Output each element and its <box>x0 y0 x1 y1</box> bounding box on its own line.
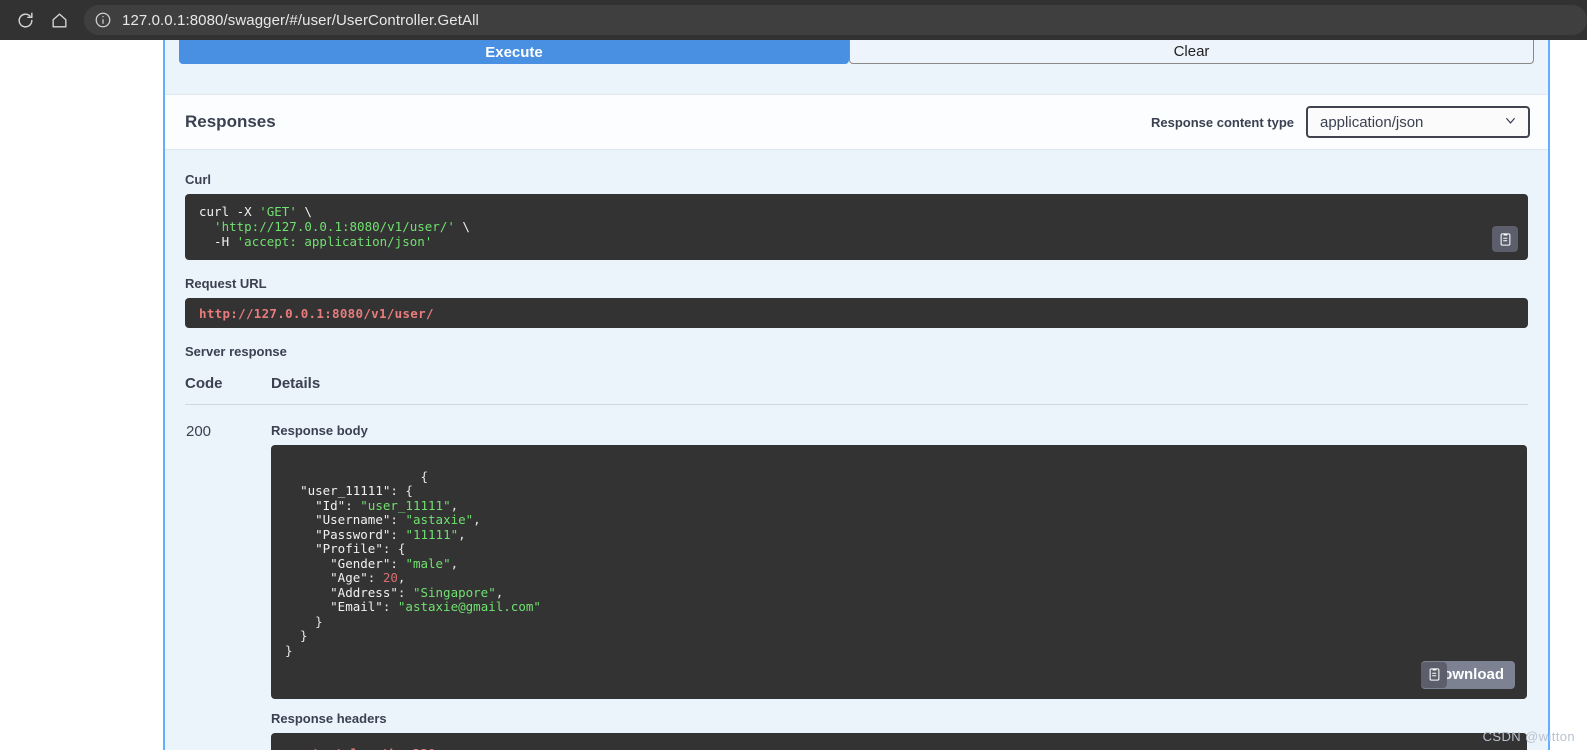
response-body-label: Response body <box>271 423 1527 438</box>
site-info-icon[interactable] <box>94 11 112 29</box>
responses-title: Responses <box>185 112 276 132</box>
response-headers-label: Response headers <box>271 711 1527 726</box>
curl-method: 'GET' <box>259 204 297 219</box>
request-url-label: Request URL <box>185 276 1528 291</box>
clear-button[interactable]: Clear <box>849 40 1534 64</box>
responses-header: Responses Response content type applicat… <box>165 94 1548 150</box>
copy-to-clipboard-icon[interactable] <box>1492 226 1518 252</box>
curl-accept-header: 'accept: application/json' <box>237 234 433 249</box>
curl-line1-continuation: \ <box>297 204 312 219</box>
curl-command: curl <box>199 204 229 219</box>
address-bar[interactable]: 127.0.0.1:8080/swagger/#/user/UserContro… <box>84 5 1587 35</box>
response-content-type-value: application/json <box>1320 114 1423 131</box>
watermark: CSDN @witton <box>1483 729 1575 744</box>
response-content-type-group: Response content type application/json <box>1151 106 1530 138</box>
curl-code-block: curl -X 'GET' \ 'http://127.0.0.1:8080/v… <box>185 194 1528 260</box>
server-response-table: Code Details 200 Response body { "user_1… <box>185 375 1528 750</box>
copy-to-clipboard-icon[interactable] <box>1421 662 1447 688</box>
table-body: 200 Response body { "user_11111": { "Id"… <box>185 405 1528 750</box>
server-response-label: Server response <box>185 344 1528 359</box>
column-header-code: Code <box>185 375 271 405</box>
request-url-value: http://127.0.0.1:8080/v1/user/ <box>199 306 434 321</box>
response-body-actions: Download <box>1421 661 1515 690</box>
chevron-down-icon <box>1503 113 1518 132</box>
spacer <box>165 64 1548 94</box>
response-headers-block: content-length: 230 content-type: applic… <box>271 733 1527 750</box>
spacer <box>185 260 1528 276</box>
table-head: Code Details <box>185 375 1528 405</box>
curl-label: Curl <box>185 172 1528 187</box>
column-header-details: Details <box>271 375 1528 405</box>
execute-button[interactable]: Execute <box>179 40 849 64</box>
curl-flag-h: -H <box>199 234 237 249</box>
response-content-type-select[interactable]: application/json <box>1306 106 1530 138</box>
web-page: Execute Clear Responses Response content… <box>0 40 1587 750</box>
browser-toolbar: 127.0.0.1:8080/swagger/#/user/UserContro… <box>0 0 1587 40</box>
response-body-json: { "user_11111": { "Id": "user_11111", "U… <box>285 469 541 658</box>
table-row: 200 Response body { "user_11111": { "Id"… <box>185 405 1528 750</box>
address-bar-url: 127.0.0.1:8080/swagger/#/user/UserContro… <box>122 12 479 29</box>
reload-icon[interactable] <box>8 3 42 37</box>
curl-flag-x: -X <box>229 204 259 219</box>
response-body-block: { "user_11111": { "Id": "user_11111", "U… <box>271 445 1527 699</box>
curl-url: 'http://127.0.0.1:8080/v1/user/' <box>199 219 455 234</box>
responses-content: Curl curl -X 'GET' \ 'http://127.0.0.1:8… <box>165 150 1548 750</box>
response-code: 200 <box>185 405 271 750</box>
table-header-row: Code Details <box>185 375 1528 405</box>
response-details: Response body { "user_11111": { "Id": "u… <box>271 405 1528 750</box>
home-icon[interactable] <box>42 3 76 37</box>
spacer <box>185 328 1528 344</box>
spacer <box>271 699 1527 711</box>
swagger-operation-block: Execute Clear Responses Response content… <box>163 40 1550 750</box>
screenshot-root: 127.0.0.1:8080/swagger/#/user/UserContro… <box>0 0 1587 750</box>
curl-line2-continuation: \ <box>455 219 470 234</box>
operation-buttons-row: Execute Clear <box>179 40 1534 64</box>
response-content-type-label: Response content type <box>1151 115 1294 130</box>
request-url-block: http://127.0.0.1:8080/v1/user/ <box>185 298 1528 328</box>
